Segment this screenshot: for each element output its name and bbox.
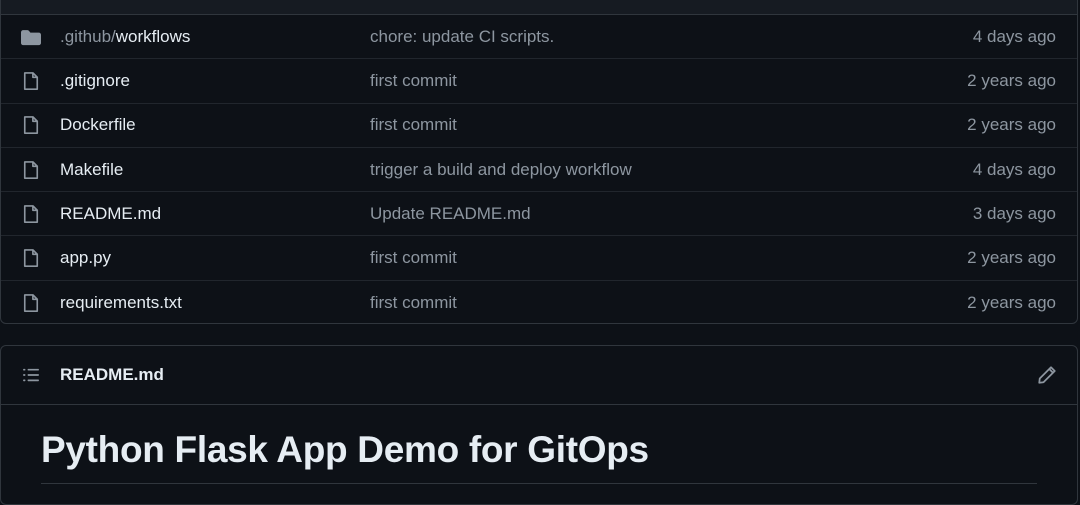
commit-message-link[interactable]: first commit	[370, 115, 457, 135]
file-list: .github/workflows chore: update CI script…	[0, 0, 1078, 324]
file-name-text: requirements.txt	[60, 292, 182, 312]
file-row[interactable]: .github/workflows chore: update CI script…	[1, 15, 1077, 60]
commit-message-link[interactable]: first commit	[370, 71, 457, 91]
file-row[interactable]: Makefile trigger a build and deploy workf…	[1, 148, 1077, 193]
file-path-prefix: .github/	[60, 26, 116, 46]
file-row[interactable]: .gitignore first commit 2 years ago	[1, 59, 1077, 104]
file-icon	[21, 248, 41, 268]
file-name-link[interactable]: Makefile	[60, 160, 123, 180]
commit-time: 4 days ago	[972, 26, 1056, 46]
readme-header: README.md	[1, 346, 1077, 405]
commit-time: 2 years ago	[967, 70, 1056, 90]
commit-time: 3 days ago	[972, 203, 1056, 223]
file-name-link[interactable]: .github/workflows	[60, 27, 190, 47]
file-icon	[21, 160, 41, 180]
commit-message-link[interactable]: Update README.md	[370, 204, 531, 224]
file-row[interactable]: Dockerfile first commit 2 years ago	[1, 104, 1077, 148]
readme-heading: Python Flask App Demo for GitOps	[41, 429, 649, 470]
file-name-link[interactable]: .gitignore	[60, 71, 130, 91]
commit-message-link[interactable]: first commit	[370, 293, 457, 313]
file-name-link[interactable]: README.md	[60, 204, 161, 224]
commit-time: 2 years ago	[967, 292, 1056, 312]
file-row[interactable]: requirements.txt first commit 2 years ago	[1, 281, 1077, 323]
pencil-icon[interactable]	[1037, 365, 1057, 385]
file-name-text: Makefile	[60, 159, 124, 179]
file-name-text: Dockerfile	[60, 115, 136, 135]
commit-time: 4 days ago	[972, 159, 1056, 179]
file-icon	[21, 71, 41, 91]
commit-message-link[interactable]: trigger a build and deploy workflow	[370, 160, 632, 180]
file-name-text: README.md	[60, 203, 162, 223]
file-icon	[21, 204, 41, 224]
file-row[interactable]: README.md Update README.md 3 days ago	[1, 192, 1077, 237]
file-name-link[interactable]: app.py	[60, 248, 111, 268]
file-name-text: .gitignore	[60, 70, 130, 90]
list-outline-icon[interactable]	[22, 366, 40, 384]
readme-panel: README.md Python Flask App Demo for GitO…	[0, 345, 1078, 505]
commit-time: 2 years ago	[967, 248, 1056, 268]
commit-message-link[interactable]: first commit	[370, 248, 457, 268]
file-icon	[21, 293, 41, 313]
commit-time: 2 years ago	[967, 115, 1056, 135]
file-icon	[21, 115, 41, 135]
file-row[interactable]: app.py first commit 2 years ago	[1, 236, 1077, 281]
folder-icon	[21, 27, 41, 47]
file-list-header	[1, 0, 1077, 15]
file-name-text: app.py	[60, 248, 112, 268]
file-name-link[interactable]: Dockerfile	[60, 115, 136, 135]
file-name-link[interactable]: requirements.txt	[60, 293, 182, 313]
file-name-text: workflows	[115, 26, 191, 46]
readme-title: README.md	[60, 365, 164, 384]
commit-message-link[interactable]: chore: update CI scripts.	[370, 27, 554, 47]
heading-divider	[41, 483, 1037, 484]
